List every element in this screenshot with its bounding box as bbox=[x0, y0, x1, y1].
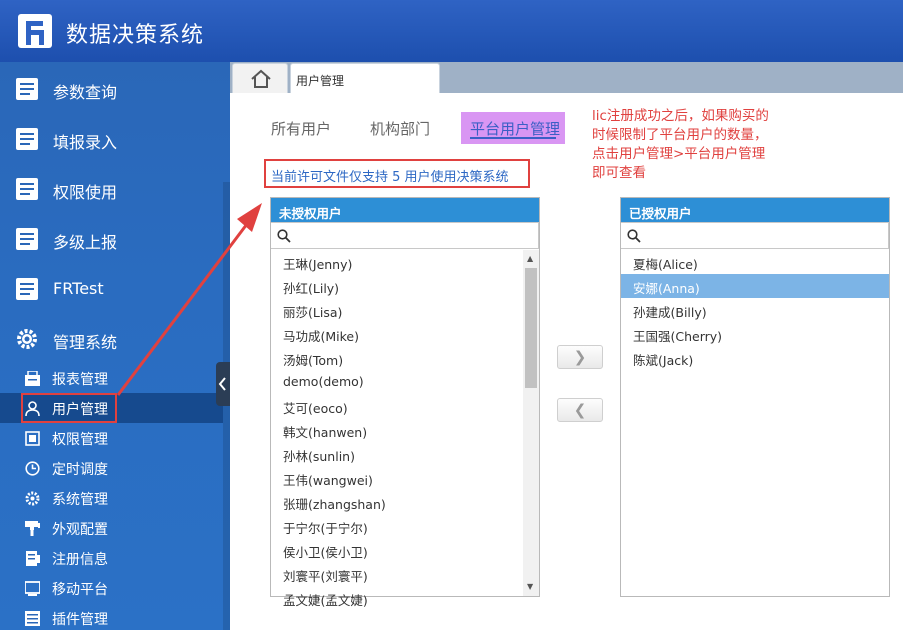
annotation-overlay bbox=[21, 203, 262, 423]
arrow-head bbox=[237, 203, 262, 232]
highlight-box bbox=[21, 393, 117, 423]
annotation-arrow bbox=[116, 219, 252, 396]
